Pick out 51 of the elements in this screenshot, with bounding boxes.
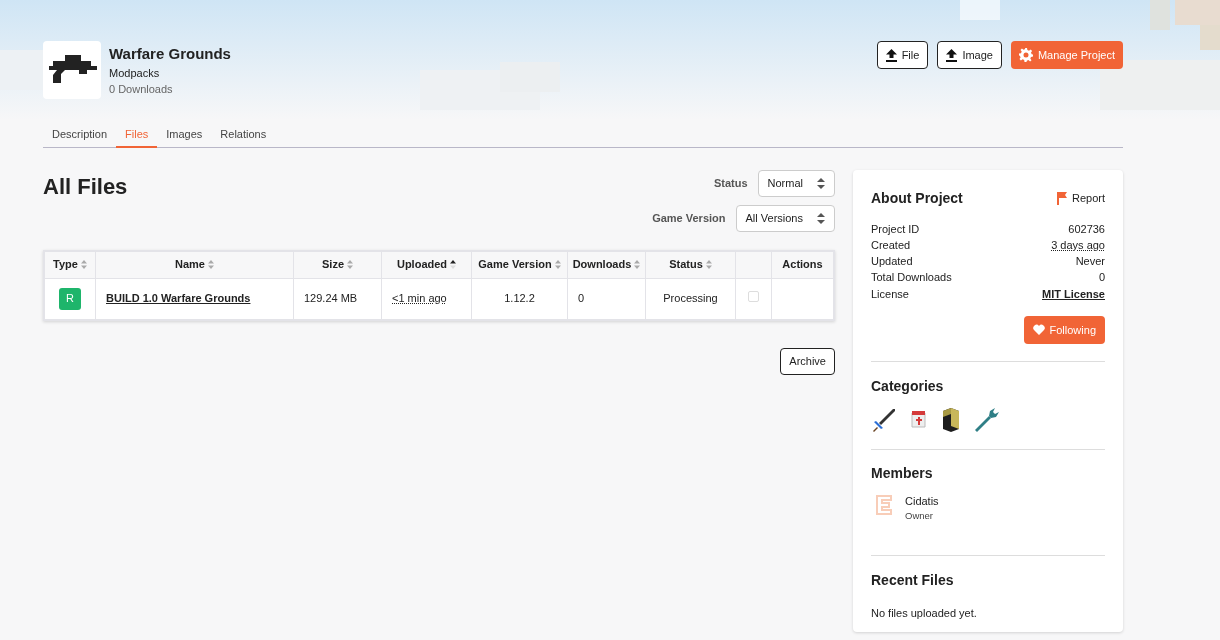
table-cell: Processing xyxy=(663,292,718,305)
fact-label: License xyxy=(871,286,909,302)
fact-value: Never xyxy=(1075,254,1105,270)
fact-value: 3 days ago xyxy=(1051,237,1105,253)
filter-select[interactable]: Normal xyxy=(757,169,835,197)
license-link[interactable]: MIT License xyxy=(1042,285,1105,302)
fact-label: Project ID xyxy=(871,221,920,237)
heart-icon xyxy=(1032,324,1045,336)
upload-button[interactable]: File xyxy=(876,41,929,69)
fact-label: Created xyxy=(871,237,911,253)
table-cell: 129.24 MB xyxy=(304,292,358,305)
upload-icon xyxy=(946,48,958,62)
flag-icon xyxy=(1055,191,1068,205)
release-type-badge: R xyxy=(59,287,81,310)
caret-icon xyxy=(817,177,825,189)
member-name[interactable]: Cidatis xyxy=(905,494,939,509)
fact-value: 602736 xyxy=(1068,221,1105,237)
section-title: Members xyxy=(871,464,934,483)
settings-icon xyxy=(1018,48,1033,62)
upload-button[interactable]: Image xyxy=(937,41,1002,69)
row-checkbox[interactable] xyxy=(748,291,759,303)
section-title: Categories xyxy=(871,377,945,396)
filter-label: Status xyxy=(713,175,748,191)
table-cell: 1.12.2 xyxy=(504,292,535,305)
sword-icon xyxy=(871,407,897,433)
empty-message: No files uploaded yet. xyxy=(871,606,978,621)
project-category: Modpacks xyxy=(109,66,161,81)
report-link[interactable]: Report xyxy=(1055,189,1105,207)
filter-select[interactable]: All Versions xyxy=(735,204,835,232)
table-cell: 0 xyxy=(578,292,585,305)
caret-icon xyxy=(817,212,825,224)
archive-button[interactable]: Archive xyxy=(780,347,835,375)
fact-label: Total Downloads xyxy=(871,270,952,286)
column-header[interactable]: Name xyxy=(175,256,214,273)
download-count: 0 Downloads xyxy=(109,82,174,97)
tab[interactable]: Description xyxy=(43,126,117,148)
section-title: Recent Files xyxy=(871,571,955,590)
project-title: Warfare Grounds xyxy=(109,44,231,64)
avatar-icon xyxy=(875,494,893,516)
fact-value: 0 xyxy=(1098,270,1105,286)
wrench-icon xyxy=(973,407,1001,433)
project-logo-icon xyxy=(43,41,101,99)
tab[interactable]: Images xyxy=(157,126,212,148)
page-heading: All Files xyxy=(43,172,128,201)
upload-time: <1 min ago xyxy=(392,292,447,305)
fact-label: Updated xyxy=(871,254,913,270)
upload-icon xyxy=(885,48,897,62)
member-role: Owner xyxy=(905,509,934,523)
filter-label: Game Version xyxy=(652,210,726,226)
tab[interactable]: Relations xyxy=(211,126,276,148)
section-title: About Project xyxy=(871,188,963,208)
